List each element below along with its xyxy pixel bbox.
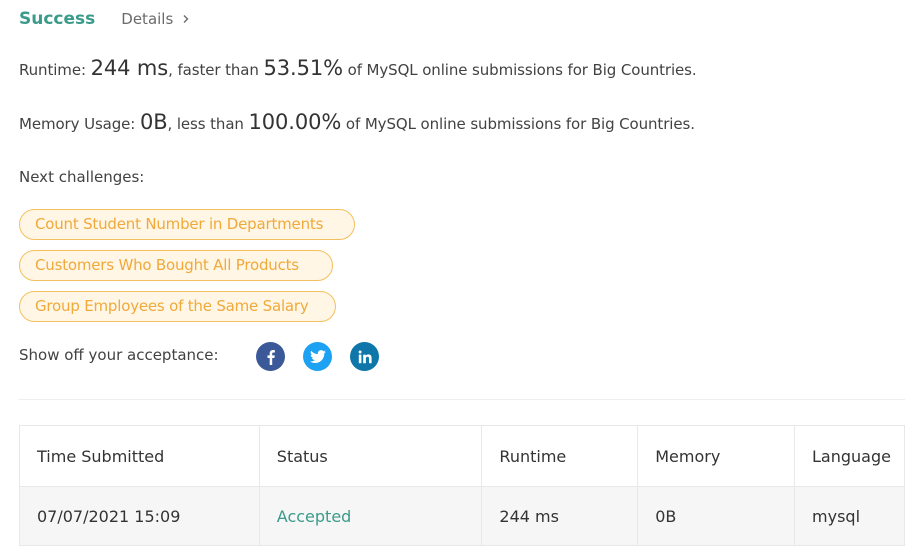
status-title: Success [19, 9, 96, 29]
result-header: Success Details [19, 6, 191, 32]
table-row: 07/07/2021 15:09 Accepted 244 ms 0B mysq… [19, 486, 905, 546]
share-label: Show off your acceptance: [19, 346, 219, 364]
memory-value: 0B [139, 110, 168, 134]
runtime-prefix: Runtime: [19, 61, 91, 79]
challenge-pill[interactable]: Customers Who Bought All Products [19, 250, 333, 281]
column-header-time[interactable]: Time Submitted [19, 425, 260, 487]
cell-memory: 0B [637, 486, 796, 546]
memory-middle: , less than [167, 115, 249, 133]
cell-time-submitted: 07/07/2021 15:09 [19, 486, 260, 546]
linkedin-icon[interactable] [350, 342, 379, 371]
column-header-status[interactable]: Status [258, 425, 483, 487]
submission-result-page: Success Details Runtime: 244 ms, faster … [0, 0, 914, 558]
twitter-glyph [309, 349, 326, 363]
linkedin-glyph [358, 350, 372, 363]
cell-language: mysql [794, 486, 905, 546]
memory-suffix: of MySQL online submissions for Big Coun… [341, 115, 695, 133]
runtime-percent: 53.51% [263, 56, 343, 80]
next-challenges-label: Next challenges: [19, 168, 145, 186]
details-label: Details [121, 10, 174, 28]
column-header-memory[interactable]: Memory [637, 425, 796, 487]
cell-status-link[interactable]: Accepted [258, 486, 483, 546]
details-link[interactable]: Details [121, 10, 191, 28]
memory-percent: 100.00% [248, 110, 342, 134]
memory-prefix: Memory Usage: [19, 115, 140, 133]
runtime-value: 244 ms [90, 56, 169, 80]
runtime-middle: , faster than [168, 61, 264, 79]
runtime-stat: Runtime: 244 ms, faster than 53.51% of M… [19, 56, 697, 80]
submissions-table: Time Submitted Status Runtime Memory Lan… [19, 425, 905, 546]
memory-stat: Memory Usage: 0B, less than 100.00% of M… [19, 110, 695, 134]
twitter-icon[interactable] [303, 342, 332, 371]
challenge-pill[interactable]: Count Student Number in Departments [19, 209, 355, 240]
section-divider [19, 399, 905, 400]
table-header-row: Time Submitted Status Runtime Memory Lan… [19, 425, 905, 487]
challenge-pill[interactable]: Group Employees of the Same Salary [19, 291, 336, 322]
runtime-suffix: of MySQL online submissions for Big Coun… [342, 61, 697, 79]
cell-runtime: 244 ms [481, 486, 639, 546]
column-header-language[interactable]: Language [794, 425, 905, 487]
chevron-right-icon [183, 15, 189, 23]
column-header-runtime[interactable]: Runtime [481, 425, 639, 487]
facebook-icon[interactable] [256, 342, 285, 371]
facebook-glyph [267, 349, 275, 365]
